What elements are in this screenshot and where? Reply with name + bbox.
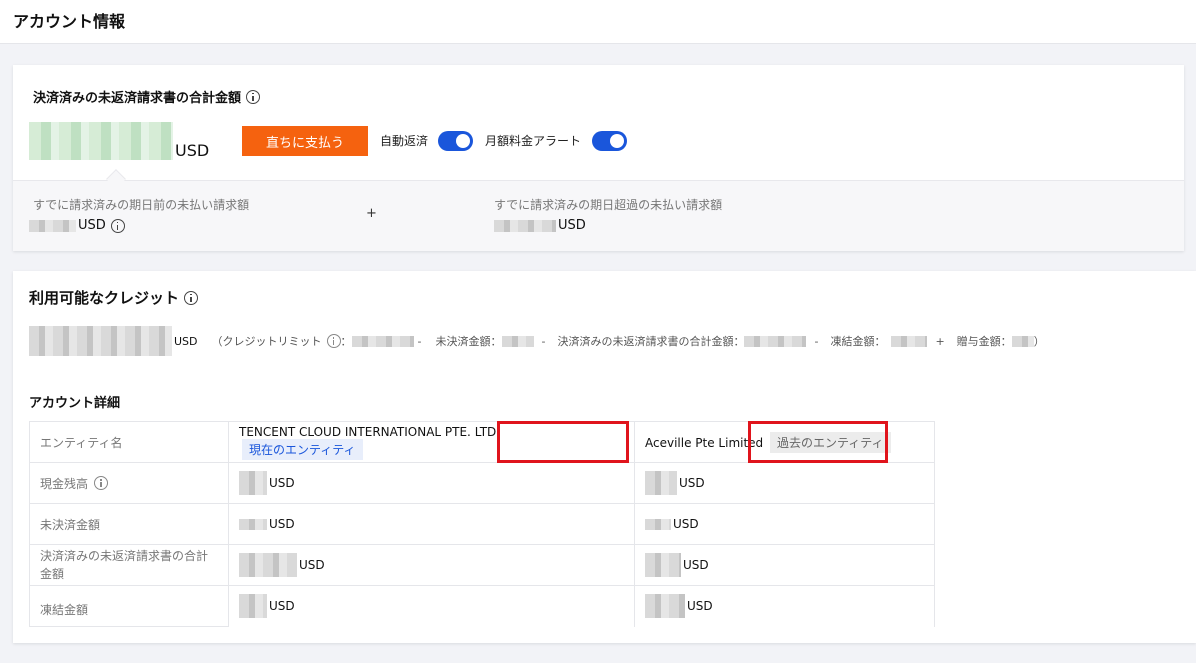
- overdue-value: USD: [494, 218, 586, 233]
- masked-amount: [239, 594, 267, 619]
- unit: USD: [269, 517, 295, 531]
- frozen-label: 凍結金額：: [830, 335, 886, 348]
- auto-repay-label: 自動返済: [380, 134, 429, 148]
- info-icon[interactable]: [94, 476, 109, 490]
- colon: ：: [340, 335, 352, 348]
- value-cell: USD: [634, 503, 935, 545]
- bill-summary-title: 決済済みの未返済請求書の合計金額: [33, 87, 261, 106]
- available-credit-title: 利用可能なクレジット: [29, 287, 199, 308]
- info-icon[interactable]: [110, 218, 125, 233]
- info-icon[interactable]: [184, 290, 199, 305]
- info-icon[interactable]: [246, 89, 261, 104]
- value-cell: USD: [634, 462, 935, 504]
- bill-summary-title-text: 決済済みの未返済請求書の合計金額: [33, 91, 242, 106]
- minus-sign: -: [417, 334, 422, 348]
- masked-amount: [239, 471, 267, 495]
- masked-amount: [645, 553, 681, 577]
- masked-amount: [744, 335, 807, 347]
- masked-amount: [501, 335, 534, 347]
- value-cell: USD: [634, 585, 935, 627]
- row-label: エンティティ名: [29, 421, 229, 463]
- value-cell: USD: [228, 462, 635, 504]
- credit-unit: USD: [174, 334, 198, 348]
- unpaid-breakdown-panel: [13, 180, 1184, 251]
- pay-now-button[interactable]: 直ちに支払う: [242, 126, 368, 156]
- unit: USD: [679, 476, 705, 490]
- bill-summary-card: 決済済みの未返済請求書の合計金額 USD 直ちに支払う 自動返済 月額料金アラー…: [13, 65, 1184, 251]
- available-credit-title-text: 利用可能なクレジット: [29, 289, 180, 307]
- unit: USD: [683, 558, 709, 572]
- masked-amount: [891, 335, 928, 347]
- masked-amount: [29, 326, 172, 356]
- masked-amount: [351, 335, 414, 347]
- entity-name-cell: Aceville Pte Limited 過去のエンティティ: [634, 421, 935, 463]
- credit-limit-label: （クレジットリミット: [211, 335, 322, 348]
- unit: USD: [299, 558, 325, 572]
- overdue-unit: USD: [558, 218, 586, 233]
- account-details-title: アカウント詳細: [29, 396, 121, 411]
- plus-sign: +: [935, 334, 945, 348]
- page-header: アカウント情報: [0, 0, 1196, 44]
- minus-sign: -: [541, 334, 546, 348]
- outstanding-label: 未決済金額：: [435, 335, 502, 348]
- gift-label: 贈与金額：: [956, 335, 1012, 348]
- row-label: 現金残高: [29, 462, 229, 504]
- row-label: 決済済みの未返済請求書の合計金額: [29, 544, 229, 586]
- value-cell: USD: [228, 544, 635, 586]
- current-entity-tag: 現在のエンティティ: [242, 438, 363, 460]
- minus-sign: -: [814, 334, 819, 348]
- unit: USD: [269, 476, 295, 490]
- entity-name-cell: TENCENT CLOUD INTERNATIONAL PTE. LTD. 現在…: [228, 421, 635, 463]
- masked-amount: [29, 219, 76, 232]
- past-entity-tag: 過去のエンティティ: [770, 431, 891, 453]
- overdue-label: すでに請求済みの期日超過の未払い請求額: [494, 198, 723, 212]
- entity-name: Aceville Pte Limited: [645, 435, 764, 450]
- page-title: アカウント情報: [13, 12, 126, 31]
- table-row: 決済済みの未返済請求書の合計金額 USD USD: [29, 544, 935, 586]
- value-cell: USD: [228, 503, 635, 545]
- row-label: 凍結金額: [29, 585, 229, 627]
- plus-sign: +: [366, 206, 377, 221]
- masked-amount: [1011, 335, 1034, 347]
- masked-amount: [645, 518, 671, 530]
- before-due-unit: USD: [78, 218, 106, 233]
- info-icon[interactable]: [326, 334, 341, 348]
- monthly-alert-label: 月額料金アラート: [485, 134, 582, 148]
- value-cell: USD: [634, 544, 935, 586]
- table-row: エンティティ名 TENCENT CLOUD INTERNATIONAL PTE.…: [29, 421, 935, 463]
- masked-amount: [645, 594, 685, 619]
- table-row: 凍結金額 USD USD: [29, 585, 935, 627]
- total-unpaid-amount: USD: [29, 122, 209, 160]
- unpaid-total-label: 決済済みの未返済請求書の合計金額：: [557, 335, 745, 348]
- before-due-value: USD: [29, 218, 125, 233]
- amount-unit: USD: [175, 141, 210, 160]
- unit: USD: [673, 517, 699, 531]
- row-label-text: 現金残高: [40, 476, 89, 491]
- unit: USD: [687, 599, 713, 614]
- masked-amount: [239, 518, 267, 530]
- close-paren: ）: [1033, 335, 1045, 348]
- masked-amount: [239, 553, 297, 577]
- masked-amount: [494, 219, 556, 232]
- account-details-table: エンティティ名 TENCENT CLOUD INTERNATIONAL PTE.…: [29, 421, 935, 627]
- credit-card: 利用可能なクレジット USD （クレジットリミット ： - 未決済金額： - 決…: [13, 271, 1196, 643]
- table-row: 未決済金額 USD USD: [29, 503, 935, 545]
- value-cell: USD: [228, 585, 635, 627]
- table-row: 現金残高 USD USD: [29, 462, 935, 504]
- auto-repay-toggle[interactable]: [438, 131, 473, 151]
- masked-amount: [645, 471, 677, 495]
- row-label: 未決済金額: [29, 503, 229, 545]
- credit-breakdown: USD （クレジットリミット ： - 未決済金額： - 決済済みの未返済請求書の…: [29, 326, 1045, 356]
- before-due-label: すでに請求済みの期日前の未払い請求額: [33, 198, 250, 212]
- unit: USD: [269, 599, 295, 614]
- entity-name: TENCENT CLOUD INTERNATIONAL PTE. LTD.: [239, 424, 501, 439]
- monthly-alert-toggle[interactable]: [592, 131, 627, 151]
- masked-amount: [29, 122, 173, 160]
